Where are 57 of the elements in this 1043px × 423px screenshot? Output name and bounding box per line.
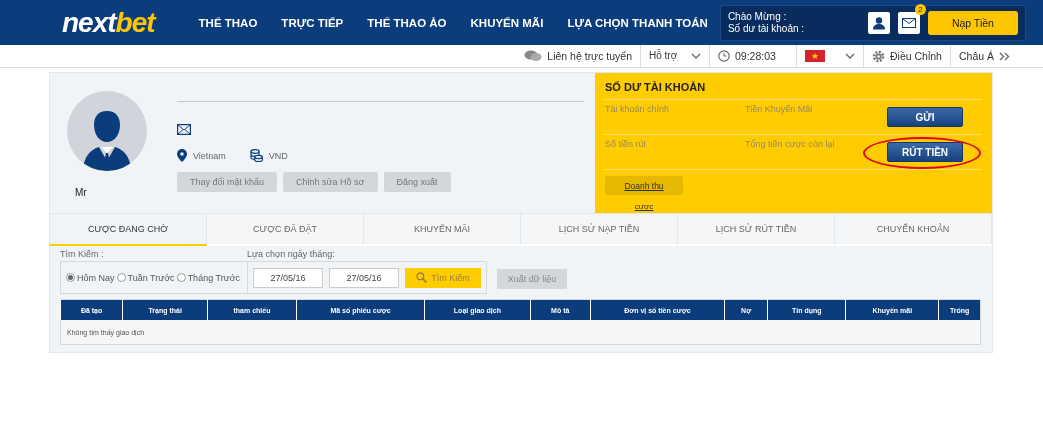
- mail-icon: [177, 124, 191, 135]
- welcome-label: Chào Mừng :: [727, 10, 788, 23]
- clock-time: 09:28:03: [735, 50, 776, 62]
- search-icon: [416, 272, 428, 283]
- chevron-down-icon[interactable]: [845, 53, 855, 59]
- notification-badge: 2: [914, 3, 926, 15]
- user-title: Mr: [75, 187, 87, 198]
- nav-link[interactable]: KHUYẾN MÃI: [458, 16, 556, 29]
- country-text: Vietnam: [193, 150, 226, 161]
- balance-label: Số dư tài khoản :: [727, 22, 806, 35]
- radio-option[interactable]: Tuần Trước: [116, 272, 175, 283]
- tab[interactable]: CƯỢC ĐÃ ĐẶT: [207, 214, 364, 246]
- radio-option[interactable]: Hôm Nay: [66, 272, 115, 283]
- coins-icon: [249, 149, 263, 162]
- balance-label: Tiền Khuyến Mãi: [745, 104, 814, 114]
- flag-icon[interactable]: [805, 50, 825, 62]
- radio-button[interactable]: [116, 273, 126, 282]
- tab[interactable]: KHUYẾN MÃI: [364, 214, 521, 246]
- balance-action-button[interactable]: GỬI: [887, 107, 963, 127]
- live-chat-link[interactable]: Liên hệ trực tuyến: [547, 50, 632, 62]
- balance-label: Tổng tiền cược còn lại: [745, 139, 836, 149]
- search-label: Tìm Kiếm :: [60, 249, 105, 259]
- balance-action-button[interactable]: RÚT TIỀN: [887, 142, 963, 162]
- balance-label: Tài khoản chính: [605, 104, 671, 114]
- nav-link[interactable]: TRỰC TIẾP: [269, 16, 356, 29]
- tab[interactable]: CƯỢC ĐANG CHỜ: [50, 214, 207, 246]
- date-field[interactable]: 27/05/16: [253, 267, 324, 288]
- mail-icon: [901, 17, 916, 28]
- user-icon: [871, 15, 886, 30]
- radio-button[interactable]: [66, 273, 75, 282]
- balance-label: Số tiền rút: [605, 139, 648, 149]
- nav-link[interactable]: THỂ THAO ẢO: [355, 16, 459, 29]
- settings-icon: [872, 49, 885, 63]
- turnover-link[interactable]: cược: [634, 202, 654, 211]
- odds-format-link[interactable]: Châu Á: [958, 50, 994, 62]
- logo[interactable]: nextbet: [62, 6, 155, 39]
- turnover-button[interactable]: Doanh thu: [605, 176, 683, 195]
- chat-icon: [524, 50, 543, 62]
- tab[interactable]: LỊCH SỬ RÚT TIỀN: [678, 214, 835, 246]
- tab[interactable]: CHUYỂN KHOẢN: [835, 214, 992, 246]
- mail-button[interactable]: [897, 11, 920, 34]
- radio-option[interactable]: Tháng Trước: [176, 272, 241, 283]
- radio-button[interactable]: [176, 273, 186, 282]
- deposit-button[interactable]: Nạp Tiền: [927, 10, 1018, 35]
- nav-link[interactable]: THỂ THAO: [186, 16, 270, 29]
- currency-text: VND: [268, 150, 288, 161]
- chevron-down-icon[interactable]: [691, 53, 701, 59]
- clock-icon: [718, 50, 730, 62]
- date-field[interactable]: 27/05/16: [329, 267, 400, 288]
- date-label: Lựa chọn ngày tháng:: [247, 249, 336, 259]
- settings-link[interactable]: Điều Chỉnh: [890, 50, 942, 62]
- profile-button[interactable]: [867, 11, 890, 34]
- location-pin-icon: [177, 149, 187, 162]
- nav-link[interactable]: LỰA CHỌN THANH TOÁN: [555, 16, 720, 29]
- balance-title: SỐ DƯ TÀI KHOẢN: [605, 81, 982, 100]
- tab[interactable]: LỊCH SỬ NẠP TIỀN: [521, 214, 678, 246]
- double-chevron-right-icon[interactable]: [999, 51, 1010, 61]
